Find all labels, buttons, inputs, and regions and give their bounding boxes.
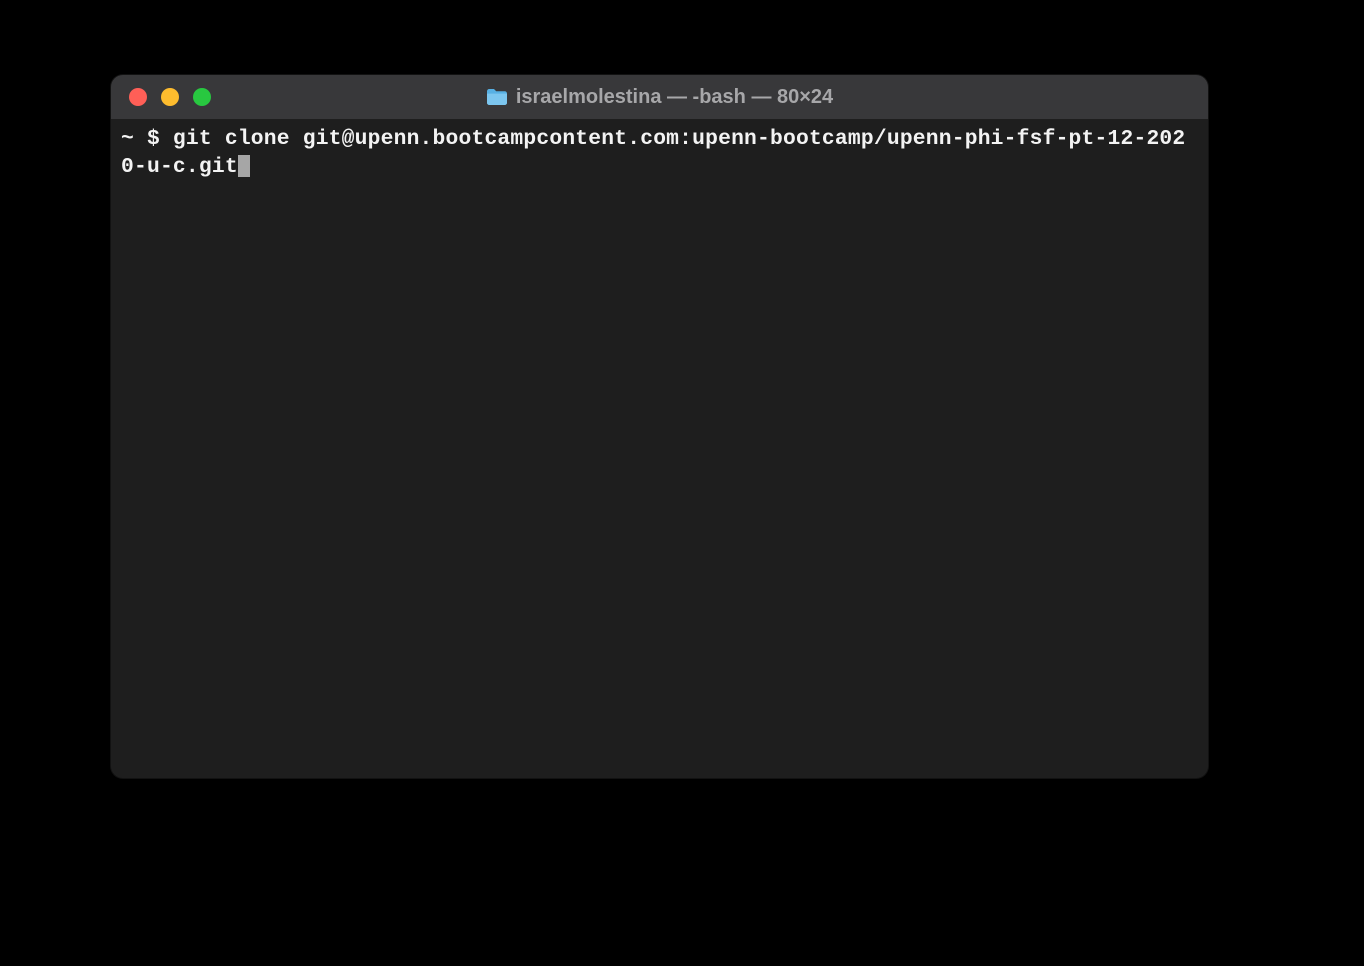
traffic-lights [129,88,211,106]
prompt: ~ $ [121,127,173,151]
terminal-window: israelmolestina — -bash — 80×24 ~ $ git … [111,75,1208,778]
command-text: git clone git@upenn.bootcampcontent.com:… [121,127,1185,179]
window-title-wrap: israelmolestina — -bash — 80×24 [486,86,833,109]
terminal-body[interactable]: ~ $ git clone git@upenn.bootcampcontent.… [111,119,1208,778]
folder-icon [486,88,508,106]
zoom-button[interactable] [193,88,211,106]
close-button[interactable] [129,88,147,106]
window-title: israelmolestina — -bash — 80×24 [516,86,833,109]
cursor [238,155,250,177]
titlebar: israelmolestina — -bash — 80×24 [111,75,1208,119]
minimize-button[interactable] [161,88,179,106]
